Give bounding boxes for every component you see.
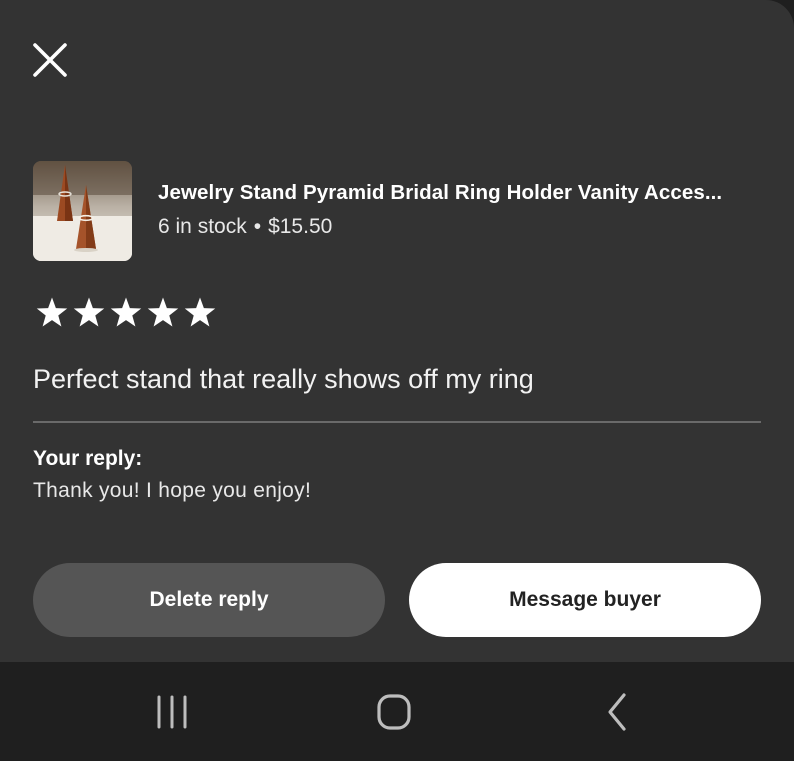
home-icon: [377, 694, 411, 730]
star-icon: [109, 296, 143, 330]
meta-separator: •: [253, 215, 262, 238]
close-icon: [33, 43, 67, 77]
close-button[interactable]: [30, 40, 70, 80]
star-rating: [35, 296, 217, 330]
reply-label: Your reply:: [33, 447, 143, 470]
back-button[interactable]: [593, 688, 643, 738]
stock-count: 6 in stock: [158, 215, 247, 238]
system-navigation-bar: [0, 662, 794, 761]
star-icon: [72, 296, 106, 330]
divider: [33, 421, 761, 423]
product-price: $15.50: [268, 215, 333, 238]
review-sheet: Jewelry Stand Pyramid Bridal Ring Holder…: [0, 0, 794, 662]
star-icon: [146, 296, 180, 330]
review-text: Perfect stand that really shows off my r…: [33, 364, 534, 394]
reply-text: Thank you! I hope you enjoy!: [33, 479, 312, 502]
star-icon: [183, 296, 217, 330]
delete-reply-button[interactable]: Delete reply: [33, 563, 385, 637]
message-buyer-button[interactable]: Message buyer: [409, 563, 761, 637]
back-icon: [608, 693, 626, 731]
product-summary[interactable]: Jewelry Stand Pyramid Bridal Ring Holder…: [33, 161, 763, 261]
product-meta: 6 in stock • $15.50: [158, 215, 332, 239]
product-title[interactable]: Jewelry Stand Pyramid Bridal Ring Holder…: [158, 181, 758, 205]
recents-icon: [157, 695, 187, 729]
product-thumbnail[interactable]: [33, 161, 132, 261]
recents-button[interactable]: [147, 688, 197, 738]
star-icon: [35, 296, 69, 330]
home-button[interactable]: [369, 688, 419, 738]
